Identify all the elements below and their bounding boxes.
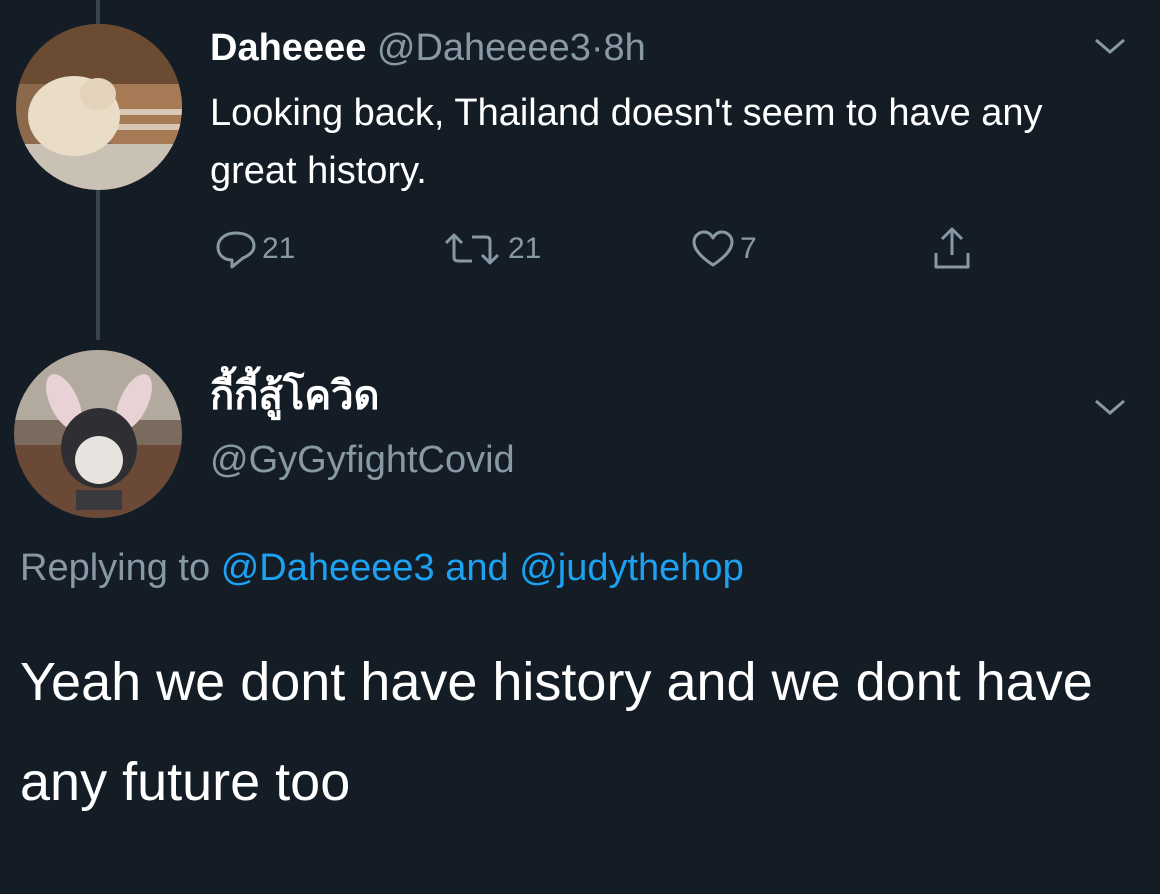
replying-prefix: Replying to: [20, 547, 211, 589]
avatar[interactable]: [14, 350, 182, 518]
tweet-text: Looking back, Thailand doesn't seem to h…: [210, 92, 1043, 192]
share-icon: [934, 227, 970, 269]
mention-link[interactable]: @judythehop: [519, 547, 744, 589]
retweet-count: 21: [508, 232, 542, 265]
replying-to: Replying to @Daheeee3 and @judythehop: [20, 544, 744, 592]
like-count: 7: [740, 232, 757, 265]
user-handle[interactable]: @GyGyfightCovid: [210, 436, 515, 484]
separator: ·: [590, 27, 604, 69]
reply-icon: [216, 231, 256, 269]
retweet-icon: [444, 233, 500, 265]
display-name[interactable]: Daheeee: [210, 27, 366, 69]
retweet-button[interactable]: 21: [440, 224, 541, 274]
display-name[interactable]: กี้กี้สู้โควิด: [210, 372, 380, 420]
avatar[interactable]: [16, 24, 182, 190]
reply-text: Yeah we dont have history and we dont ha…: [20, 652, 1093, 812]
timestamp[interactable]: 8h: [604, 27, 646, 69]
share-button[interactable]: [930, 224, 978, 274]
like-icon: [692, 230, 734, 267]
replying-conjunction: and: [445, 547, 509, 589]
like-button[interactable]: 7: [690, 224, 757, 274]
tweet-header: Daheeee @Daheeee3·8h: [210, 26, 646, 70]
chevron-down-icon[interactable]: [1090, 395, 1130, 419]
reply-count: 21: [262, 232, 296, 265]
reply-button[interactable]: 21: [214, 224, 295, 274]
user-handle[interactable]: @Daheeee3: [377, 27, 591, 69]
mention-link[interactable]: @Daheeee3: [221, 547, 435, 589]
chevron-down-icon[interactable]: [1090, 34, 1130, 58]
